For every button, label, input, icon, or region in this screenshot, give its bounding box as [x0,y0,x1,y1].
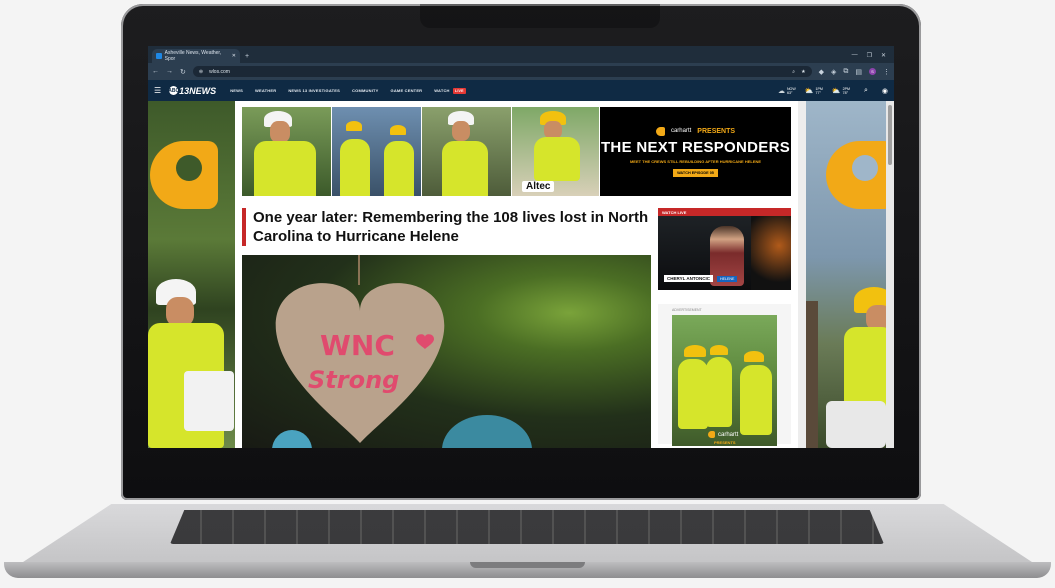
minimize-button[interactable]: — [852,52,858,59]
banner-photo: Altec [512,107,600,196]
reload-icon[interactable]: ↻ [180,68,186,76]
partly-cloudy-icon: ⛅ [831,87,841,95]
puzzle-icon[interactable]: ⧉ [843,68,848,76]
weather-now: ☁ NOW 63° [777,86,796,95]
kebab-menu-icon[interactable]: ⋮ [883,68,890,76]
left-skin-ad[interactable] [148,101,235,448]
page-content: Altec carhartt PRESENTS THE NEXT RESPOND… [148,101,894,448]
search-icon[interactable]: ⌕ [864,87,868,95]
scrollbar[interactable] [886,101,894,448]
watch-live-label[interactable]: WATCH LIVE [658,208,791,216]
banner-title: THE NEXT RESPONDERS [600,138,791,156]
main-column: Altec carhartt PRESENTS THE NEXT RESPOND… [235,101,798,448]
ad-label: ADVERTISEMENT [672,308,702,312]
profile-avatar[interactable]: S [869,68,876,75]
url-text: wlos.com [209,68,230,75]
banner-promo: carhartt PRESENTS THE NEXT RESPONDERS ME… [600,107,791,196]
laptop-mockup: Asheville News, Weather, Spor ✕ + — ❐ ✕ … [0,0,1055,588]
hamburger-menu-icon[interactable]: ☰ [154,86,161,95]
weather-strip[interactable]: ☁ NOW 63° ⛅ 1PM 77° ⛅ 2PM 78° [778,87,850,95]
bookmark-star-icon[interactable]: ★ [801,69,805,75]
site-header: ☰ ABC 13NEWS NEWS WEATHER NEWS 13 INVEST… [148,80,894,101]
weather-2pm: ⛅ 2PM 78° [831,86,850,95]
browser-window: Asheville News, Weather, Spor ✕ + — ❐ ✕ … [148,46,894,448]
nav-news[interactable]: NEWS [230,88,243,93]
trackpad-notch [470,562,585,568]
sidepanel-icon[interactable]: ▤ [855,68,862,76]
laptop-base [0,494,1055,588]
live-video-player[interactable]: CHERYL ANTONCIC HELENE [658,216,791,290]
keyboard [170,510,884,544]
nav-weather[interactable]: WEATHER [255,88,276,93]
nav-watch[interactable]: WATCH LIVE [434,88,466,94]
banner-photo [422,107,512,196]
lower-third-tag: HELENE [717,275,738,282]
lower-third: CHERYL ANTONCIC HELENE [664,275,738,282]
toolbar: ← → ↻ ⊜ wlos.com ⌕ ★ ◆ ◈ ⧉ ▤ S ⋮ [148,63,894,80]
extensions-area: ◆ ◈ ⧉ ▤ S ⋮ [819,68,890,76]
banner-photo [242,107,332,196]
site-logo[interactable]: ABC 13NEWS [168,86,216,96]
camera-notch [420,4,660,28]
live-badge: LIVE [452,88,466,94]
hero-image[interactable]: WNC Strong [242,255,651,448]
partly-cloudy-icon: ⛅ [804,87,814,95]
cloud-icon: ☁ [777,87,785,95]
extension-icon[interactable]: ◆ [819,68,824,76]
banner-presents: PRESENTS [697,127,736,135]
nav-community[interactable]: COMMUNITY [352,88,378,93]
carhartt-logo-icon [708,431,715,438]
ad-presents: PRESENTS [714,440,736,445]
carhartt-logo-icon [150,141,218,209]
banner-photo [332,107,422,196]
banner-subtitle: MEET THE CREWS STILL REBUILDING AFTER HU… [629,158,762,164]
watch-episode-button[interactable]: WATCH EPISODE 05 [673,168,718,177]
heart-text-line2: Strong [308,366,400,394]
sponsor-banner[interactable]: Altec carhartt PRESENTS THE NEXT RESPOND… [242,107,791,196]
heart-text-line1: WNC [320,329,395,362]
extension-icon[interactable]: ◈ [831,68,836,76]
heart-sign: WNC Strong [270,271,450,446]
site-info-icon[interactable]: ⊜ [199,69,203,75]
address-bar[interactable]: ⊜ wlos.com ⌕ ★ [192,66,812,77]
lower-third-name: CHERYL ANTONCIC [664,275,714,282]
window-controls: — ❐ ✕ [852,52,894,63]
back-icon[interactable]: ← [152,68,159,75]
banner-brand: carhartt [670,128,692,134]
weather-1pm: ⛅ 1PM 77° [804,86,823,95]
forward-icon[interactable]: → [166,68,173,75]
close-window-button[interactable]: ✕ [881,52,886,59]
sidebar-ad: ADVERTISEMENT carhartt PRESENTS [658,304,791,446]
browser-tab[interactable]: Asheville News, Weather, Spor ✕ [152,49,240,63]
tab-close-icon[interactable]: ✕ [232,53,236,59]
maximize-button[interactable]: ❐ [867,52,872,59]
right-skin-ad[interactable] [806,101,894,448]
account-icon[interactable]: ◉ [882,87,888,95]
tab-title: Asheville News, Weather, Spor [164,50,222,62]
nav-game-center[interactable]: GAME CENTER [391,88,423,93]
article-headline[interactable]: One year later: Remembering the 108 live… [242,208,651,246]
favicon-icon [156,53,162,59]
nav-investigates[interactable]: NEWS 13 INVESTIGATES [288,88,340,93]
scrollbar-thumb[interactable] [888,105,892,165]
sidebar-ad-image[interactable]: carhartt PRESENTS [672,315,777,446]
abc-logo-icon: ABC [168,86,180,95]
zoom-icon[interactable]: ⌕ [792,69,795,75]
main-nav: NEWS WEATHER NEWS 13 INVESTIGATES COMMUN… [230,88,466,94]
right-rail: WATCH LIVE CHERYL ANTONCIC HELENE ADVERT… [658,208,791,446]
carhartt-logo-icon [826,141,894,209]
small-heart-icon [416,333,434,349]
new-tab-button[interactable]: + [245,53,249,60]
tab-bar: Asheville News, Weather, Spor ✕ + — ❐ ✕ [148,46,894,63]
ad-brand: carhartt [718,431,739,438]
carhartt-logo-icon [655,126,665,136]
altec-label: Altec [522,181,555,192]
